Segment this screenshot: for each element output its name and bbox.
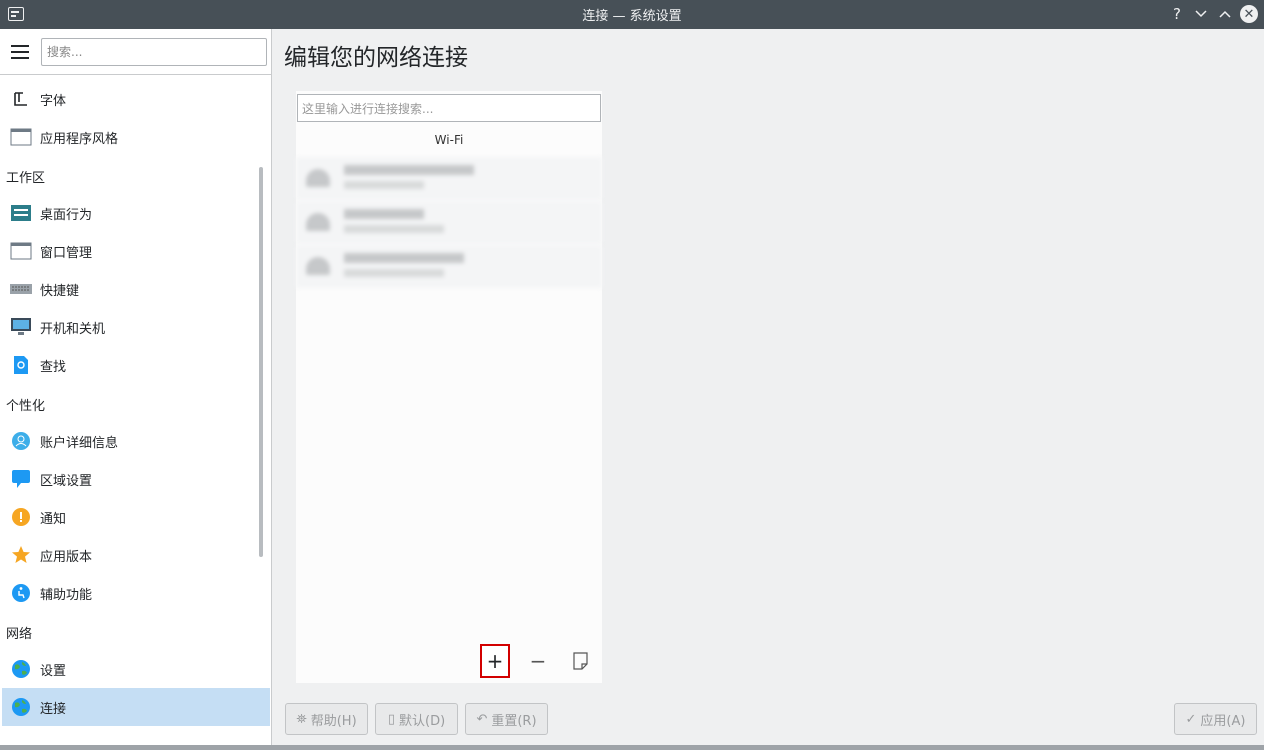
desktop-behavior-icon [10,202,32,224]
sidebar-item-label: 窗口管理 [40,245,93,261]
monitor-icon [10,316,32,338]
export-icon [573,652,588,670]
globe-icon [10,696,32,718]
maximize-icon[interactable] [1216,4,1234,24]
sidebar-category: 个性化 [6,399,46,414]
help-icon[interactable]: ? [1168,4,1186,24]
sidebar-item-label: 开机和关机 [40,321,106,337]
wifi-section-header: Wi-Fi [434,133,464,147]
connection-item[interactable] [296,201,602,244]
sidebar-item-label: 设置 [40,663,67,679]
hamburger-menu-icon[interactable] [11,44,29,59]
sidebar-item-label: 应用程序风格 [40,131,119,147]
apply-button[interactable]: ✓ 应用(A) [1174,703,1257,735]
main-area: 编辑您的网络连接 这里输入进行连接搜索... Wi-Fi + − ⛯ 帮助(H) … [272,29,1264,745]
sidebar-item-label: 桌面行为 [40,207,93,223]
sidebar-item[interactable]: 字体 [2,80,270,118]
sidebar-item-label: 通知 [40,511,67,527]
sidebar-item[interactable]: 开机和关机 [2,308,270,346]
close-icon[interactable]: ✕ [1240,5,1258,23]
sidebar-category: 网络 [6,627,33,642]
sidebar-item-label: 字体 [40,93,67,109]
search-file-icon [10,354,32,376]
minimize-icon[interactable] [1192,4,1210,24]
sidebar-item[interactable]: 账户详细信息 [2,422,270,460]
sidebar-scrollbar[interactable] [259,167,263,557]
reset-button[interactable]: ↶ 重置(R) [465,703,548,735]
defaults-button[interactable]: ▯ 默认(D) [375,703,458,735]
sidebar: 搜索... 字体应用程序风格工作区桌面行为窗口管理快捷键开机和关机查找个性化账户… [0,29,272,745]
help-button[interactable]: ⛯ 帮助(H) [285,703,368,735]
export-connection-button[interactable] [566,644,596,678]
globe-icon [10,658,32,680]
connections-panel: 这里输入进行连接搜索... Wi-Fi + − [296,91,602,683]
sidebar-item[interactable]: 连接 [2,688,270,726]
user-icon [10,430,32,452]
accessibility-icon [10,582,32,604]
app-menu-icon[interactable] [8,7,24,21]
connection-item[interactable] [296,245,602,288]
title-bar: 连接 — 系统设置 ? ✕ [0,0,1264,29]
star-icon [10,544,32,566]
sidebar-item[interactable]: 窗口管理 [2,232,270,270]
sidebar-item-label: 查找 [40,359,67,375]
wifi-icon [306,257,330,275]
sidebar-item-label: 连接 [40,701,67,717]
sidebar-list: 字体应用程序风格工作区桌面行为窗口管理快捷键开机和关机查找个性化账户详细信息 区域… [0,75,271,744]
window-title: 连接 — 系统设置 [582,9,682,24]
sidebar-item-label: 账户详细信息 [40,435,119,451]
wifi-icon [306,213,330,231]
window-management-icon [10,240,32,262]
sidebar-search-input[interactable]: 搜索... [41,37,267,66]
app-style-icon [10,126,32,148]
wifi-icon [306,169,330,187]
taskbar-edge [0,745,1264,750]
sidebar-item[interactable]: 设置 [2,650,270,688]
sidebar-item[interactable]: 通知 [2,498,270,536]
sidebar-item[interactable]: 应用版本 [2,536,270,574]
add-connection-button[interactable]: + [480,644,510,678]
help-button-icon: ⛯ [296,711,307,727]
defaults-icon: ▯ [387,711,395,727]
connection-search-input[interactable]: 这里输入进行连接搜索... [297,94,601,122]
sidebar-item[interactable]: 查找 [2,346,270,384]
sidebar-item[interactable]: 辅助功能 [2,574,270,612]
sidebar-item[interactable]: 快捷键 [2,270,270,308]
sidebar-item[interactable]: 区域设置 [2,460,270,498]
check-icon: ✓ [1185,711,1197,727]
notification-icon [10,506,32,528]
sidebar-item[interactable]: 桌面行为 [2,194,270,232]
locale-icon [10,468,32,490]
keyboard-icon [10,278,32,300]
sidebar-item-label: 应用版本 [40,549,93,565]
font-icon [10,88,32,110]
sidebar-item-label: 快捷键 [40,283,80,299]
page-title: 编辑您的网络连接 [284,45,468,71]
sidebar-item-label: 辅助功能 [40,587,93,603]
connection-item[interactable] [296,157,602,200]
remove-connection-button[interactable]: − [523,644,553,678]
sidebar-category: 工作区 [6,171,46,186]
sidebar-item[interactable]: 应用程序风格 [2,118,270,156]
undo-icon: ↶ [476,711,488,727]
sidebar-item-label: 区域设置 [40,473,93,489]
